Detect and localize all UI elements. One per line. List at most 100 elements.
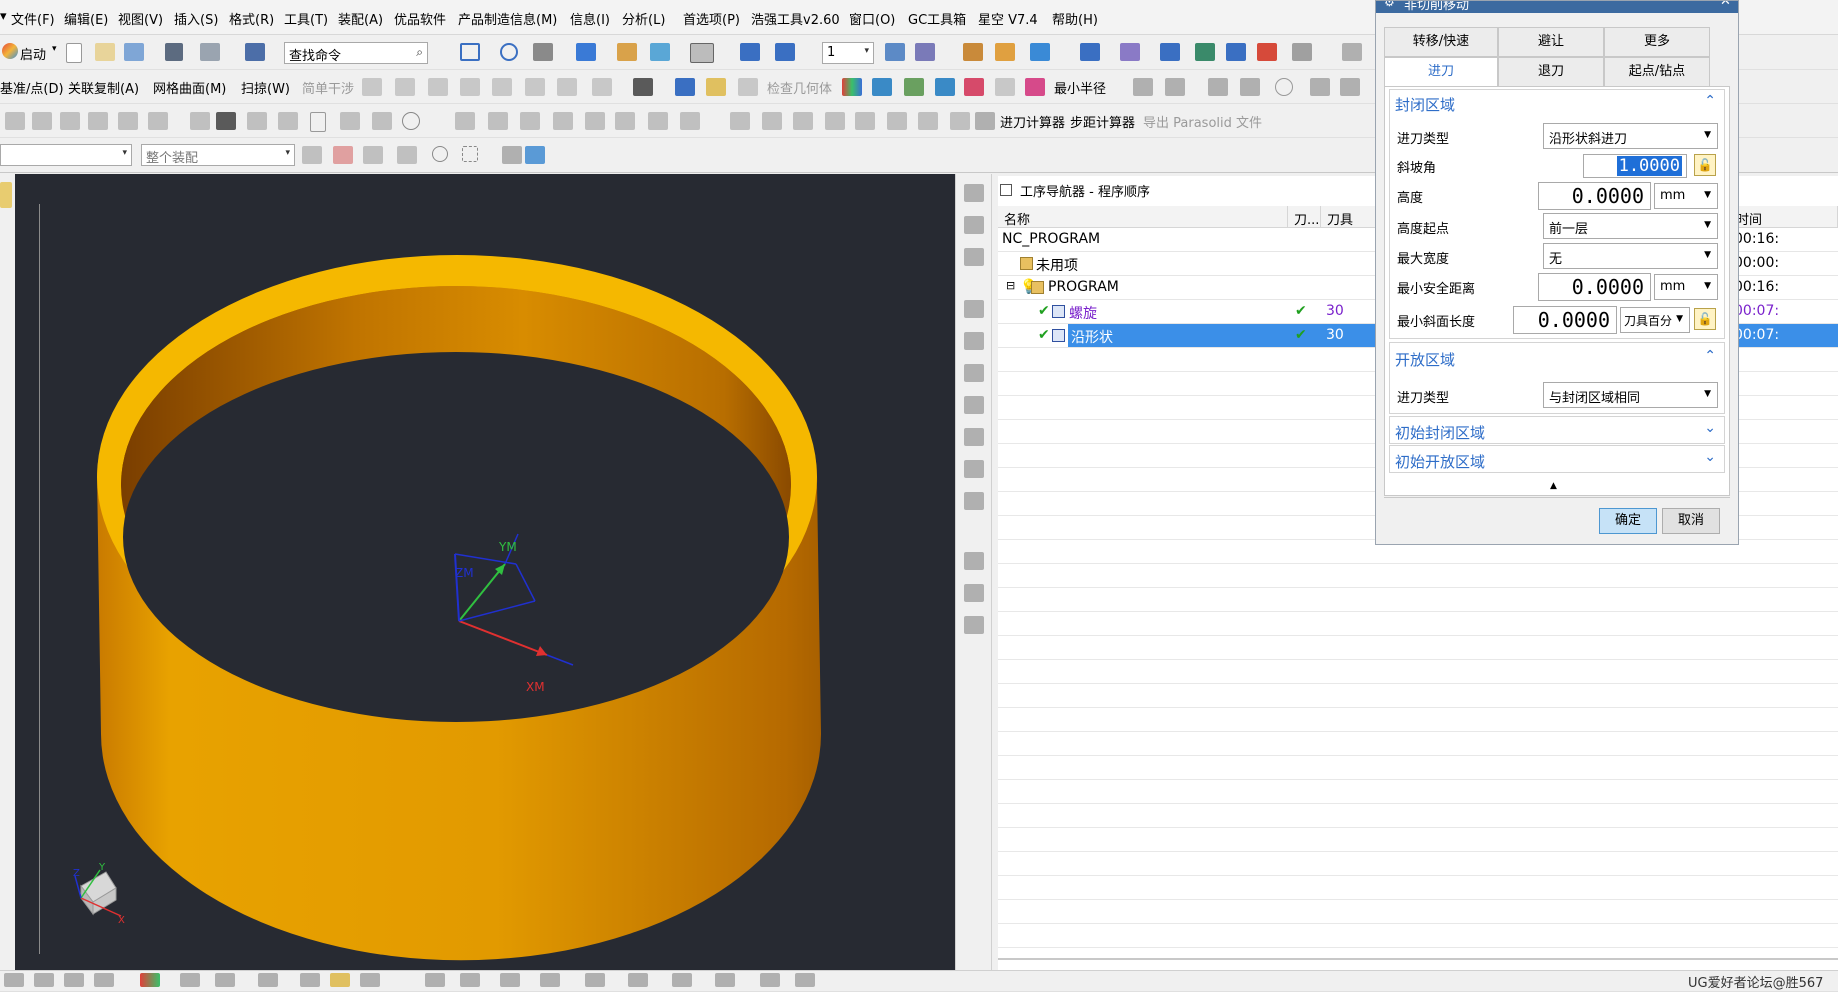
- delete-face-icon[interactable]: [592, 78, 612, 96]
- menu-xingkong[interactable]: 星空 V7.4: [978, 9, 1038, 28]
- column-header-time[interactable]: 时间: [1730, 206, 1838, 228]
- menu-info[interactable]: 信息(I): [570, 9, 610, 28]
- bottom-tool-icon[interactable]: [330, 973, 350, 987]
- blend-icon[interactable]: [488, 112, 508, 130]
- create-operation-icon[interactable]: [964, 332, 984, 350]
- initial-closed-area-header[interactable]: 初始封闭区域: [1395, 422, 1485, 443]
- min-ramp-length-input[interactable]: 0.0000: [1513, 306, 1617, 334]
- sweep-menu[interactable]: 扫掠(W): [241, 78, 290, 97]
- measure-icon[interactable]: [1080, 43, 1100, 61]
- bottom-tool-icon[interactable]: [540, 973, 560, 987]
- sketch-icon[interactable]: [5, 112, 25, 130]
- min-ramp-unit-select[interactable]: 刀具百分 ▼: [1620, 307, 1690, 333]
- distance-icon[interactable]: [964, 78, 984, 96]
- bottom-tool-icon[interactable]: [460, 973, 480, 987]
- datum-point-menu[interactable]: 基准/点(D): [0, 78, 64, 97]
- section-icon[interactable]: [738, 78, 758, 96]
- through-curves-icon[interactable]: [730, 112, 750, 130]
- join-icon[interactable]: [680, 112, 700, 130]
- fillet-icon[interactable]: [455, 112, 475, 130]
- search-icon[interactable]: ⌕: [416, 45, 423, 60]
- closed-area-header[interactable]: 封闭区域: [1395, 94, 1455, 115]
- subtract-icon[interactable]: [372, 112, 392, 130]
- tab-engage[interactable]: 进刀: [1384, 57, 1498, 87]
- height-unit-select[interactable]: mm ▼: [1654, 183, 1718, 209]
- snap-center-icon[interactable]: [432, 146, 448, 162]
- trim-icon[interactable]: [520, 112, 540, 130]
- layer-manager-icon[interactable]: [885, 43, 905, 61]
- menu-haoqiang[interactable]: 浩强工具v2.60: [751, 9, 840, 28]
- sew-icon[interactable]: [793, 112, 813, 130]
- orient-view-icon[interactable]: [576, 43, 596, 61]
- box-icon[interactable]: [310, 112, 326, 132]
- bottom-tool-icon[interactable]: [672, 973, 692, 987]
- fit-view-icon[interactable]: [460, 43, 480, 61]
- create-program-icon[interactable]: [964, 184, 984, 202]
- rectangle-icon[interactable]: [1340, 78, 1360, 96]
- ok-button[interactable]: 确定: [1599, 508, 1657, 534]
- shell-icon[interactable]: [428, 78, 448, 96]
- initial-open-area-section[interactable]: 初始开放区域 ⌄: [1389, 445, 1725, 473]
- rotate-view-icon[interactable]: [500, 43, 518, 61]
- verify-icon[interactable]: [1257, 43, 1277, 61]
- generate-toolpath-icon[interactable]: [964, 364, 984, 382]
- body-analysis-icon[interactable]: [633, 78, 653, 96]
- cube-icon[interactable]: [525, 146, 545, 164]
- trim-body-icon[interactable]: [460, 78, 480, 96]
- stock-icon[interactable]: [1226, 43, 1246, 61]
- bottom-tool-icon[interactable]: [34, 973, 54, 987]
- menu-gc-toolbox[interactable]: GC工具箱: [908, 9, 966, 28]
- thicken-icon[interactable]: [855, 112, 875, 130]
- bottom-tool-icon[interactable]: [360, 973, 380, 987]
- revolve-icon[interactable]: [60, 112, 80, 130]
- offset-curve-icon[interactable]: [615, 112, 635, 130]
- export-parasolid-button[interactable]: 导出 Parasolid 文件: [1143, 112, 1262, 131]
- max-width-select[interactable]: 无 ▼: [1543, 243, 1718, 269]
- misc-icon[interactable]: [1342, 43, 1362, 61]
- work-layer-select[interactable]: 1 ▾: [822, 42, 874, 64]
- bottom-tool-icon[interactable]: [425, 973, 445, 987]
- snap-icon[interactable]: [915, 43, 935, 61]
- menu-youpin[interactable]: 优品软件: [394, 9, 446, 28]
- unite-icon[interactable]: [340, 112, 360, 130]
- create-tool-icon[interactable]: [964, 216, 984, 234]
- ramp-angle-input[interactable]: 1.0000: [1583, 154, 1687, 178]
- tab-retract[interactable]: 退刀: [1498, 57, 1604, 87]
- column-header-tool-change[interactable]: 刀...: [1288, 206, 1321, 228]
- dimension-icon[interactable]: [1160, 43, 1180, 61]
- navigator-tab-icon[interactable]: [0, 182, 12, 208]
- bottom-tool-icon[interactable]: [585, 973, 605, 987]
- engage-type-select[interactable]: 沿形状斜进刀 ▼: [1543, 123, 1718, 149]
- select-feature-icon[interactable]: [363, 146, 383, 164]
- extend-icon[interactable]: [553, 112, 573, 130]
- bottom-tool-icon[interactable]: [500, 973, 520, 987]
- menu-assembly[interactable]: 装配(A): [338, 9, 383, 28]
- offset-face-icon[interactable]: [525, 78, 545, 96]
- radius-icon[interactable]: [995, 78, 1015, 96]
- min-clearance-unit-select[interactable]: mm ▼: [1654, 274, 1718, 300]
- chevron-down-icon[interactable]: ⌄: [1704, 420, 1716, 436]
- chevron-down-icon[interactable]: ⌄: [1704, 449, 1716, 465]
- intersect-icon[interactable]: [402, 112, 420, 130]
- recent-parts-icon[interactable]: [124, 43, 144, 61]
- simple-interference-button[interactable]: 简单干涉: [302, 78, 354, 97]
- studio-surface-icon[interactable]: [762, 112, 782, 130]
- post-icon[interactable]: [1292, 43, 1312, 61]
- bottom-tool-icon[interactable]: [795, 973, 815, 987]
- synchronous-icon[interactable]: [918, 112, 938, 130]
- display-color-icon[interactable]: [690, 43, 714, 63]
- bottom-tool-icon[interactable]: [180, 973, 200, 987]
- tab-avoidance[interactable]: 避让: [1498, 27, 1604, 57]
- menu-edit[interactable]: 编辑(E): [64, 9, 108, 28]
- menu-tools[interactable]: 工具(T): [284, 9, 328, 28]
- measure-distance-icon[interactable]: [706, 78, 726, 96]
- lock-icon[interactable]: 🔓: [1694, 308, 1716, 330]
- start-button[interactable]: 启动: [20, 44, 46, 63]
- chevron-up-icon[interactable]: ⌃: [1704, 93, 1716, 109]
- bottom-tool-icon[interactable]: [4, 973, 24, 987]
- save-icon[interactable]: [165, 43, 183, 61]
- check-geometry-button[interactable]: 检查几何体: [767, 78, 832, 97]
- menu-analysis[interactable]: 分析(L): [622, 9, 665, 28]
- undo-icon[interactable]: [200, 43, 220, 61]
- pad-icon[interactable]: [190, 112, 210, 130]
